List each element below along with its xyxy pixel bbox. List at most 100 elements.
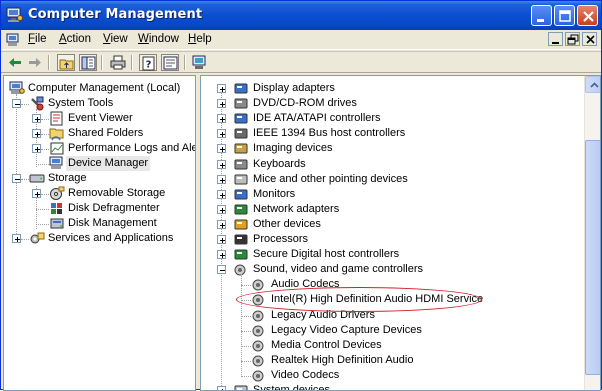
system-tools-icon	[29, 96, 45, 111]
device-category-label: Mice and other pointing devices	[253, 172, 408, 185]
print-icon[interactable]	[109, 54, 127, 71]
expand-icon[interactable]	[217, 250, 226, 260]
collapse-icon[interactable]	[12, 99, 21, 108]
expand-icon[interactable]	[217, 99, 226, 109]
tree-node-event-viewer[interactable]: Event Viewer	[4, 111, 195, 126]
device-category[interactable]: Monitors	[201, 187, 581, 202]
speaker-icon	[251, 353, 267, 368]
expand-icon[interactable]	[217, 84, 226, 93]
expand-icon[interactable]	[12, 234, 21, 243]
up-folder-icon[interactable]	[57, 54, 75, 71]
sound-device-item[interactable]: Video Codecs	[201, 368, 581, 383]
expand-icon[interactable]	[217, 386, 226, 390]
device-category[interactable]: Network adapters	[201, 202, 581, 217]
minimize-button[interactable]	[531, 5, 552, 26]
tree-label: Performance Logs and Alerts	[68, 142, 196, 154]
expand-icon[interactable]	[217, 114, 226, 124]
device-category[interactable]: IDE ATA/ATAPI controllers	[201, 111, 581, 126]
svg-text:?: ?	[146, 60, 152, 71]
back-icon[interactable]	[6, 54, 24, 71]
show-hide-tree-icon[interactable]	[79, 54, 97, 71]
sound-device-label: Realtek High Definition Audio	[271, 353, 414, 366]
close-button[interactable]	[577, 5, 598, 26]
speaker-icon	[251, 368, 267, 383]
speaker-icon	[251, 308, 267, 323]
device-category[interactable]: Mice and other pointing devices	[201, 172, 581, 187]
title-bar[interactable]: Computer Management	[1, 1, 601, 30]
device-tree-pane[interactable]: Display adapters DVD/CD-ROM drives IDE ATA…	[200, 75, 601, 391]
sound-device-item[interactable]: Legacy Video Capture Devices	[201, 323, 581, 338]
vertical-scrollbar[interactable]	[584, 76, 600, 390]
highlight-annotation	[236, 287, 482, 312]
expand-icon[interactable]	[32, 189, 41, 198]
sound-device-item[interactable]: Media Control Devices	[201, 338, 581, 353]
tree-label: Disk Defragmenter	[68, 202, 160, 214]
menu-file[interactable]: File	[28, 33, 47, 45]
device-category[interactable]: IEEE 1394 Bus host controllers	[201, 126, 581, 141]
expand-icon[interactable]	[217, 129, 226, 139]
mmc-document-icon[interactable]	[6, 33, 20, 47]
expand-icon[interactable]	[217, 219, 226, 229]
sound-device-item[interactable]: Realtek High Definition Audio	[201, 353, 581, 368]
forward-icon[interactable]	[26, 54, 44, 71]
child-close-button[interactable]	[582, 32, 597, 46]
expand-icon[interactable]	[32, 114, 41, 123]
sound-device-label: Legacy Video Capture Devices	[271, 323, 422, 336]
sd-host-icon	[233, 247, 249, 262]
device-category[interactable]: Imaging devices	[201, 141, 581, 156]
device-category[interactable]: Keyboards	[201, 157, 581, 172]
tree-node-device-manager[interactable]: Device Manager	[4, 156, 195, 171]
child-minimize-button[interactable]	[548, 32, 563, 46]
device-category[interactable]: Display adapters	[201, 81, 581, 96]
tree-node-disk-defragmenter[interactable]: Disk Defragmenter	[4, 201, 195, 216]
expand-icon[interactable]	[32, 144, 41, 153]
menu-help[interactable]: Help	[188, 33, 212, 45]
tree-node-removable-storage[interactable]: Removable Storage	[4, 186, 195, 201]
collapse-icon[interactable]	[12, 174, 21, 183]
expand-icon[interactable]	[32, 129, 41, 138]
menu-view[interactable]: View	[103, 33, 128, 45]
tree-node-services-applications[interactable]: Services and Applications	[4, 231, 195, 246]
device-category[interactable]: Secure Digital host controllers	[201, 247, 581, 262]
expand-icon[interactable]	[217, 204, 226, 214]
device-category-label: Keyboards	[253, 157, 306, 170]
tree-node-system-tools[interactable]: System Tools	[4, 96, 195, 111]
speaker-icon	[251, 277, 267, 292]
expand-icon[interactable]	[217, 159, 226, 169]
menu-window[interactable]: Window	[138, 33, 179, 45]
tree-node-disk-management[interactable]: Disk Management	[4, 216, 195, 231]
expand-icon[interactable]	[217, 174, 226, 184]
maximize-button[interactable]	[554, 5, 575, 26]
tree-label: Device Manager	[66, 156, 151, 171]
menu-action[interactable]: Action	[59, 33, 91, 45]
imaging-device-icon	[233, 141, 249, 156]
tree-node-performance-logs[interactable]: Performance Logs and Alerts	[4, 141, 196, 156]
scroll-thumb[interactable]	[585, 140, 600, 375]
device-scan-icon[interactable]	[191, 54, 209, 71]
scroll-up-button[interactable]	[585, 76, 600, 93]
tree-node-storage[interactable]: Storage	[4, 171, 195, 186]
device-category-label: Display adapters	[253, 82, 335, 94]
expand-icon[interactable]	[217, 189, 226, 199]
child-restore-button[interactable]	[565, 32, 580, 46]
device-category[interactable]: Processors	[201, 232, 581, 247]
device-category-label: Imaging devices	[253, 142, 333, 155]
collapse-icon[interactable]	[217, 265, 226, 275]
menu-bar: File Action View Window Help	[1, 30, 601, 50]
toolbar-separator	[184, 55, 186, 70]
help-icon[interactable]: ?	[139, 54, 157, 71]
event-viewer-icon	[49, 111, 65, 126]
expand-icon[interactable]	[217, 144, 226, 154]
expand-icon[interactable]	[217, 235, 226, 244]
device-category[interactable]: Other devices	[201, 217, 581, 232]
properties-icon[interactable]	[161, 54, 179, 71]
tree-node-shared-folders[interactable]: Shared Folders	[4, 126, 195, 141]
device-category-label: Processors	[253, 233, 309, 245]
toolbar: ?	[1, 51, 601, 73]
device-category[interactable]: DVD/CD-ROM drives	[201, 96, 581, 111]
device-category[interactable]: Sound, video and game controllers	[201, 262, 581, 277]
console-tree-pane[interactable]: Computer Management (Local) System Tools…	[3, 75, 196, 391]
performance-icon	[49, 141, 65, 156]
window-title: Computer Management	[28, 7, 203, 22]
tree-node-root[interactable]: Computer Management (Local)	[4, 81, 195, 96]
